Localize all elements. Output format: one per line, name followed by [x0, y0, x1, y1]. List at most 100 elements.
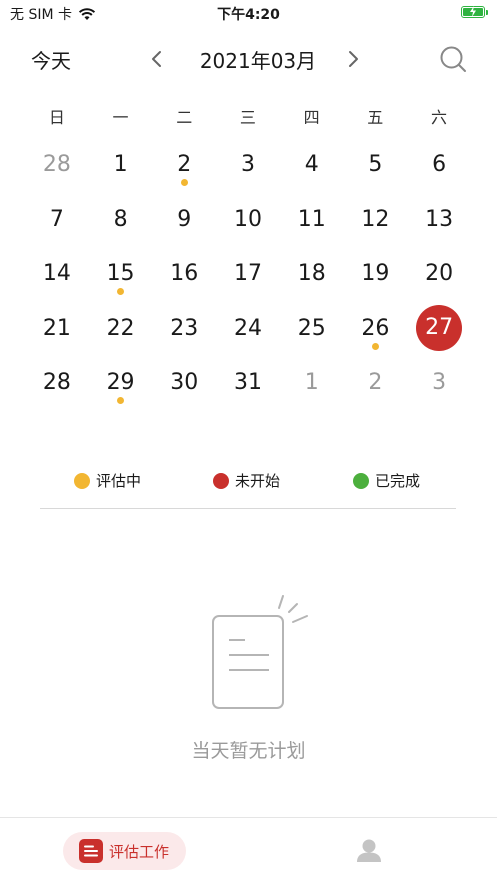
calendar-day[interactable]: 6	[407, 139, 471, 194]
calendar-day[interactable]: 10	[216, 194, 280, 249]
chevron-right-icon[interactable]	[344, 48, 362, 70]
calendar-day-number: 12	[361, 206, 390, 232]
calendar-day-number: 9	[177, 206, 192, 232]
calendar-day[interactable]: 29	[89, 357, 153, 412]
calendar-day[interactable]: 2	[344, 357, 408, 412]
calendar-day-number: 27	[416, 304, 463, 351]
battery-icon	[461, 6, 488, 18]
today-button[interactable]: 今天	[31, 45, 71, 74]
event-dot	[371, 342, 379, 350]
calendar-day-number: 10	[233, 206, 262, 232]
status-legend: 评估中 未开始 已完成	[0, 470, 497, 490]
calendar-day-number: 11	[297, 206, 326, 232]
calendar-day-number: 28	[42, 370, 71, 395]
calendar-day[interactable]: 1	[280, 357, 344, 412]
legend-label: 已完成	[375, 472, 421, 490]
chevron-left-icon[interactable]	[148, 48, 166, 70]
calendar-day-number: 24	[233, 315, 262, 341]
calendar-day[interactable]: 17	[216, 248, 280, 303]
calendar-day-number: 26	[361, 315, 390, 341]
month-title: 2021年03月	[199, 49, 317, 73]
calendar-day-number: 19	[361, 261, 390, 286]
calendar-day[interactable]: 15	[89, 248, 153, 303]
calendar-day[interactable]: 13	[407, 194, 471, 249]
calendar-day-number: 31	[233, 370, 262, 395]
weekday-label: 三	[239, 108, 256, 127]
tab-bar: 评估工作	[0, 817, 497, 884]
calendar-day[interactable]: 2	[152, 139, 216, 194]
document-icon	[212, 595, 308, 709]
calendar-day-number: 3	[240, 152, 255, 177]
calendar-day-number: 6	[432, 152, 447, 177]
calendar-day[interactable]: 19	[344, 248, 408, 303]
calendar-day-selected[interactable]: 27	[407, 303, 471, 358]
event-dot	[117, 288, 125, 295]
calendar-day[interactable]: 30	[152, 357, 216, 412]
legend-label: 未开始	[235, 472, 281, 490]
calendar-day-number: 16	[170, 261, 199, 286]
calendar-day[interactable]: 14	[25, 248, 89, 303]
legend-item-completed: 已完成	[353, 470, 420, 491]
calendar-day[interactable]: 25	[280, 303, 344, 358]
status-bar: 无 SIM 卡 下午4:20	[0, 0, 497, 26]
calendar-day[interactable]: 3	[216, 139, 280, 194]
calendar-day[interactable]: 31	[216, 357, 280, 412]
calendar-day[interactable]: 4	[280, 139, 344, 194]
calendar-day[interactable]: 24	[216, 303, 280, 358]
calendar-day[interactable]: 9	[152, 194, 216, 249]
calendar-day[interactable]: 21	[25, 303, 89, 358]
calendar-day-number: 14	[42, 261, 71, 286]
calendar-day-number: 30	[170, 370, 199, 395]
calendar-day[interactable]: 11	[280, 194, 344, 249]
calendar-day-number: 28	[42, 152, 71, 177]
calendar-day[interactable]: 16	[152, 248, 216, 303]
calendar-day[interactable]: 12	[344, 194, 408, 249]
calendar-day[interactable]: 8	[89, 194, 153, 249]
calendar-grid: 28 1 2 3 4 5 6 7 8 9 10 11 12 13 14 15 16 17 18 19 20 21 22 23 2…	[25, 139, 471, 412]
calendar-day[interactable]: 7	[25, 194, 89, 249]
weekday-label: 一	[112, 108, 129, 127]
weekday-row: 日 一 二 三 四 五 六	[25, 104, 471, 128]
calendar-day-number: 3	[432, 370, 447, 395]
calendar-day-number: 21	[42, 315, 71, 341]
calendar-day-number: 1	[304, 370, 319, 395]
calendar-day[interactable]: 1	[89, 139, 153, 194]
empty-state-text: 当天暂无计划	[191, 740, 306, 762]
calendar-day-number: 7	[49, 206, 64, 232]
user-icon[interactable]	[355, 836, 383, 864]
legend-swatch	[74, 472, 90, 489]
calendar-day-number: 2	[177, 152, 192, 177]
calendar-header: 今天 2021年03月	[0, 40, 497, 80]
calendar-day-number: 23	[170, 315, 199, 341]
calendar-day-number: 17	[233, 261, 262, 286]
weekday-label: 日	[48, 108, 65, 127]
calendar-day[interactable]: 26	[344, 303, 408, 358]
divider	[40, 508, 456, 509]
calendar-day[interactable]: 20	[407, 248, 471, 303]
calendar-day[interactable]: 28	[25, 139, 89, 194]
calendar-day[interactable]: 23	[152, 303, 216, 358]
calendar-day-number: 8	[113, 206, 128, 232]
calendar-day-number: 5	[368, 152, 383, 177]
legend-item-evaluating: 评估中	[74, 470, 141, 491]
calendar-day-number: 20	[425, 261, 454, 286]
calendar-day[interactable]: 22	[89, 303, 153, 358]
calendar-day[interactable]: 3	[407, 357, 471, 412]
legend-swatch	[213, 472, 229, 489]
menu-list-icon	[79, 839, 103, 863]
calendar-day[interactable]: 28	[25, 357, 89, 412]
calendar-day-number: 13	[425, 206, 454, 232]
weekday-label: 四	[303, 108, 320, 127]
search-icon[interactable]	[438, 44, 468, 74]
weekday-label: 六	[430, 108, 447, 127]
calendar-day-number: 29	[106, 370, 135, 395]
calendar-day[interactable]: 5	[344, 139, 408, 194]
event-dot	[180, 179, 188, 186]
legend-label: 评估中	[96, 472, 142, 490]
calendar-day-number: 2	[368, 370, 383, 395]
tab-assessment-work[interactable]: 评估工作	[63, 832, 186, 870]
calendar-day[interactable]: 18	[280, 248, 344, 303]
calendar-day-number: 4	[304, 152, 319, 177]
event-dot	[117, 397, 125, 404]
calendar-day-number: 1	[113, 152, 128, 177]
